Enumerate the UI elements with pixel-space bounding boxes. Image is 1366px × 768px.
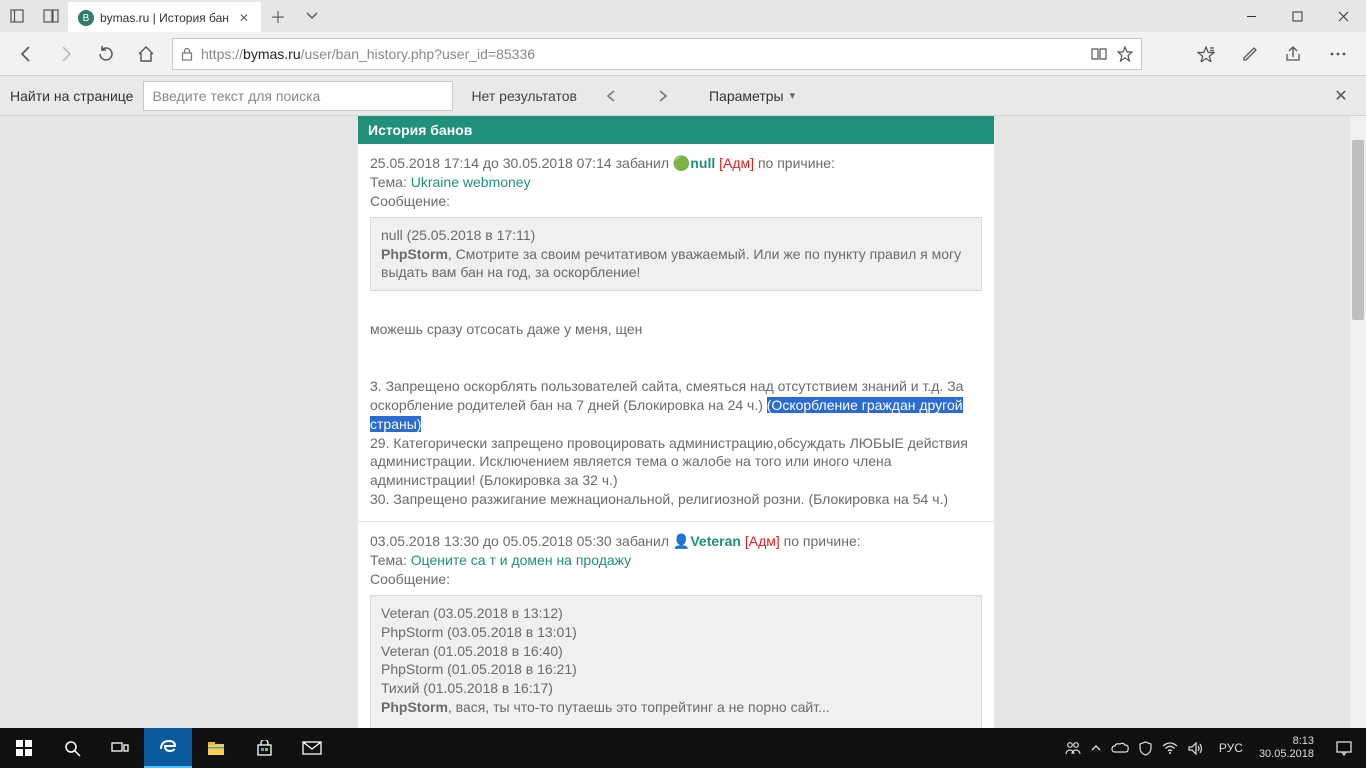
- message-body: можешь сразу отсосать даже у меня, щен 3…: [370, 301, 982, 509]
- ban-entry: 25.05.2018 17:14 до 30.05.2018 07:14 заб…: [358, 144, 994, 522]
- find-next-button[interactable]: [657, 89, 681, 103]
- admin-badge: [Адм]: [745, 533, 780, 549]
- tab-close-icon[interactable]: ✕: [235, 11, 253, 25]
- content-panel: История банов 25.05.2018 17:14 до 30.05.…: [358, 116, 994, 728]
- url-text: https://bymas.ru/user/ban_history.php?us…: [201, 46, 1081, 62]
- search-button[interactable]: [48, 728, 96, 768]
- user-avatar-icon: 👤: [673, 533, 690, 549]
- home-button[interactable]: [126, 34, 166, 74]
- ban-meta-line: 03.05.2018 13:30 до 05.05.2018 05:30 заб…: [370, 532, 982, 551]
- ban-meta-line: 25.05.2018 17:14 до 30.05.2018 07:14 заб…: [370, 154, 982, 173]
- find-input[interactable]: [143, 81, 453, 111]
- quoted-message: Veteran (03.05.2018 в 13:12) PhpStorm (0…: [370, 595, 982, 728]
- actor-link[interactable]: Veteran: [690, 533, 741, 549]
- tab-actions-icon[interactable]: [295, 0, 329, 32]
- find-label: Найти на странице: [10, 88, 133, 104]
- action-center-icon[interactable]: [1322, 741, 1366, 756]
- refresh-button[interactable]: [86, 34, 126, 74]
- message-label: Сообщение:: [370, 570, 982, 589]
- ban-theme: Тема: Оцените са т и домен на продажу: [370, 551, 982, 570]
- panel-header: История банов: [358, 116, 994, 144]
- more-icon[interactable]: [1316, 34, 1360, 74]
- network-icon[interactable]: [1162, 742, 1178, 754]
- quoted-message: null (25.05.2018 в 17:11) PhpStorm, Смот…: [370, 217, 982, 292]
- find-prev-button[interactable]: [605, 89, 629, 103]
- taskbar-clock[interactable]: 8:13 30.05.2018: [1251, 735, 1322, 760]
- ban-theme: Тема: Ukraine webmoney: [370, 173, 982, 192]
- actor-link[interactable]: null: [690, 155, 715, 171]
- lock-icon: [181, 47, 193, 61]
- task-view-button[interactable]: [96, 728, 144, 768]
- ban-entry: 03.05.2018 13:30 до 05.05.2018 05:30 заб…: [358, 522, 994, 728]
- people-icon[interactable]: [1065, 741, 1081, 755]
- share-icon[interactable]: [1272, 34, 1316, 74]
- reading-view-icon[interactable]: [1091, 47, 1107, 61]
- favorite-star-icon[interactable]: [1117, 46, 1133, 62]
- taskbar-app-edge[interactable]: [144, 728, 192, 768]
- onedrive-icon[interactable]: [1111, 742, 1129, 754]
- defender-icon[interactable]: [1139, 741, 1152, 756]
- theme-link[interactable]: Ukraine webmoney: [411, 174, 531, 190]
- tab-favicon: В: [78, 10, 94, 26]
- page-viewport: История банов 25.05.2018 17:14 до 30.05.…: [0, 116, 1366, 728]
- user-avatar-icon: 🟢: [673, 155, 690, 171]
- windows-taskbar: РУС 8:13 30.05.2018: [0, 728, 1366, 768]
- browser-tab[interactable]: В bymas.ru | История бан ✕: [68, 2, 261, 32]
- browser-toolbar: https://bymas.ru/user/ban_history.php?us…: [0, 32, 1366, 76]
- address-bar[interactable]: https://bymas.ru/user/ban_history.php?us…: [172, 38, 1142, 70]
- chevron-down-icon: ▾: [790, 89, 796, 102]
- vertical-scrollbar[interactable]: [1350, 116, 1366, 728]
- back-button[interactable]: [6, 34, 46, 74]
- forward-button[interactable]: [46, 34, 86, 74]
- start-button[interactable]: [0, 728, 48, 768]
- taskbar-app-store[interactable]: [240, 728, 288, 768]
- volume-icon[interactable]: [1188, 742, 1203, 755]
- find-on-page-bar: Найти на странице Нет результатов Параме…: [0, 76, 1366, 116]
- find-options-button[interactable]: Параметры ▾: [709, 88, 795, 104]
- set-aside-icon[interactable]: [34, 0, 68, 32]
- find-no-results: Нет результатов: [471, 88, 577, 104]
- admin-badge: [Адм]: [719, 155, 754, 171]
- tabs-aside-icon[interactable]: [0, 0, 34, 32]
- taskbar-app-mail[interactable]: [288, 728, 336, 768]
- language-indicator[interactable]: РУС: [1211, 741, 1251, 755]
- scrollbar-thumb[interactable]: [1352, 140, 1364, 320]
- hub-icon[interactable]: [1184, 34, 1228, 74]
- system-tray[interactable]: [1057, 741, 1211, 756]
- tab-title: bymas.ru | История бан: [100, 11, 229, 25]
- window-close-button[interactable]: [1320, 0, 1366, 32]
- theme-link[interactable]: Оцените са т и домен на продажу: [411, 552, 631, 568]
- message-label: Сообщение:: [370, 192, 982, 211]
- tray-chevron-icon[interactable]: [1091, 744, 1101, 752]
- window-minimize-button[interactable]: [1228, 0, 1274, 32]
- find-close-button[interactable]: ✕: [1326, 86, 1356, 106]
- notes-icon[interactable]: [1228, 34, 1272, 74]
- new-tab-button[interactable]: ＋: [261, 0, 295, 32]
- browser-titlebar: В bymas.ru | История бан ✕ ＋: [0, 0, 1366, 32]
- window-maximize-button[interactable]: [1274, 0, 1320, 32]
- taskbar-app-explorer[interactable]: [192, 728, 240, 768]
